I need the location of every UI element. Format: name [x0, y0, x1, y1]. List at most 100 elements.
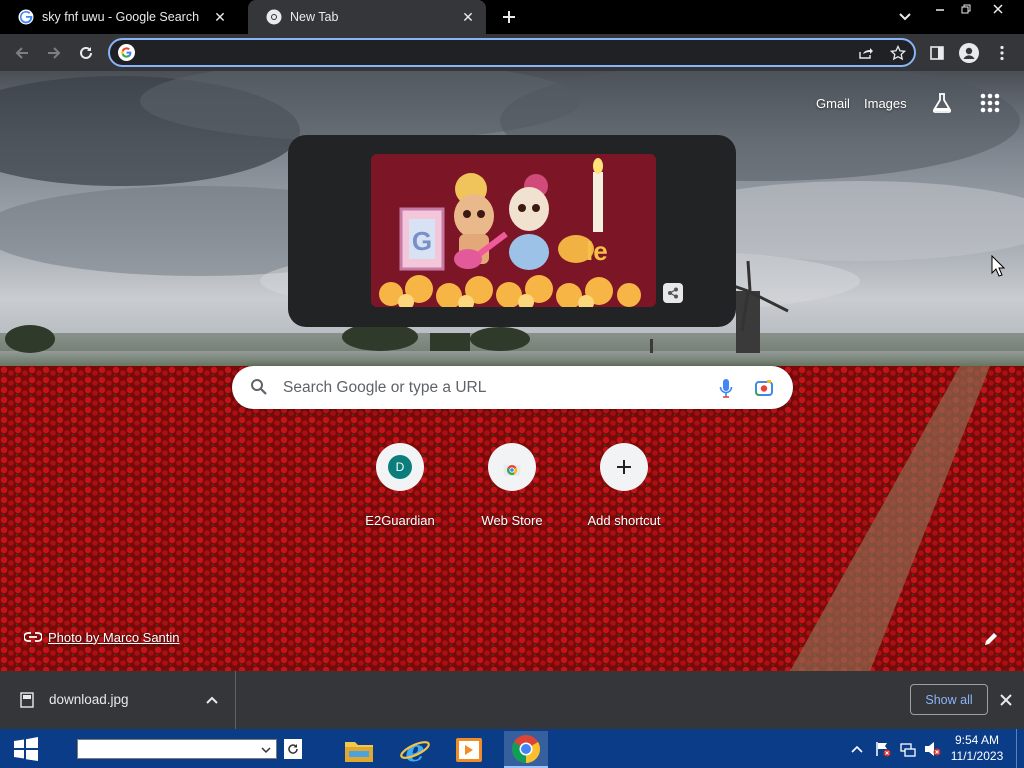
profile-button[interactable]	[956, 40, 982, 66]
reload-icon	[80, 46, 92, 59]
shortcut-web-store[interactable]: Web Store	[456, 443, 568, 528]
image-file-icon	[20, 692, 34, 708]
taskbar-clock[interactable]: 9:54 AM 11/1/2023	[945, 732, 1009, 764]
chrome-icon	[512, 734, 540, 763]
action-center-tray-icon[interactable]	[875, 739, 891, 759]
minimize-icon	[936, 9, 944, 11]
shortcut-label: Add shortcut	[587, 513, 661, 528]
google-lens-camera-icon[interactable]	[753, 377, 775, 399]
clock-date: 11/1/2023	[950, 749, 1004, 763]
shortcut-tile[interactable]: D	[376, 443, 424, 491]
shortcut-label: Web Store	[481, 513, 543, 528]
shortcut-label: E2Guardian	[365, 513, 435, 528]
internet-explorer-icon: e	[400, 735, 430, 765]
file-explorer-icon	[345, 741, 373, 762]
close-window-button[interactable]	[984, 0, 1012, 18]
close-icon	[993, 4, 1003, 14]
tab-search-button[interactable]	[893, 8, 917, 26]
ntp-search-input[interactable]	[283, 377, 703, 399]
restore-button[interactable]	[952, 0, 980, 18]
tab-title: New Tab	[290, 10, 339, 24]
download-filename: download.jpg	[49, 692, 129, 707]
chrome-favicon-icon	[266, 9, 282, 25]
arrow-left-icon	[15, 47, 28, 59]
windows-taskbar: e 9:54 AM 11/1/2023	[0, 729, 1024, 768]
google-favicon-icon	[18, 9, 34, 25]
avatar-icon	[959, 43, 979, 63]
shortcut-e2guardian[interactable]: D E2Guardian	[344, 443, 456, 528]
google-doodle-image[interactable]: G le	[371, 154, 656, 307]
tab-strip: sky fnf uwu - Google Search ✕ New Tab ✕	[0, 0, 1024, 34]
shortcuts-grid: D E2Guardian Web Store Add shortcut	[344, 443, 680, 528]
voice-search-mic-icon[interactable]	[718, 377, 734, 399]
photo-credit-link[interactable]: Photo by Marco Santin	[24, 628, 180, 646]
side-panel-icon	[930, 46, 944, 60]
download-shelf: download.jpg Show all	[0, 671, 1024, 729]
kebab-menu-icon	[1000, 45, 1004, 61]
doodle-share-button[interactable]	[663, 283, 683, 303]
chevron-down-icon[interactable]	[260, 744, 272, 756]
customize-pencil-icon[interactable]	[982, 630, 1000, 648]
show-hidden-icons-button[interactable]	[850, 739, 864, 759]
chevron-down-icon	[899, 13, 911, 21]
address-input[interactable]	[142, 43, 842, 63]
shortcut-add[interactable]: Add shortcut	[568, 443, 680, 528]
network-tray-icon[interactable]	[900, 739, 916, 759]
plus-icon	[617, 460, 631, 474]
show-desktop-button[interactable]	[1016, 729, 1024, 768]
gmail-link[interactable]: Gmail	[816, 96, 850, 111]
svg-text:le: le	[586, 236, 608, 266]
new-tab-button[interactable]	[497, 6, 521, 28]
close-icon[interactable]	[998, 692, 1014, 708]
images-link[interactable]: Images	[864, 96, 907, 111]
tab-new-tab[interactable]: New Tab ✕	[248, 0, 486, 34]
google-apps-grid-icon[interactable]	[979, 92, 1001, 114]
shortcut-tile[interactable]	[488, 443, 536, 491]
close-tab-icon[interactable]: ✕	[460, 9, 476, 25]
avatar-letter: D	[395, 460, 405, 474]
tab-title: sky fnf uwu - Google Search	[42, 10, 200, 24]
arrow-right-icon	[48, 47, 61, 59]
browser-toolbar	[0, 34, 1024, 71]
labs-flask-icon[interactable]	[931, 92, 953, 114]
tab-google-search[interactable]: sky fnf uwu - Google Search ✕	[0, 0, 238, 34]
flag-icon	[876, 742, 891, 757]
speaker-muted-icon	[925, 742, 941, 756]
chevron-up-icon[interactable]	[204, 693, 220, 707]
reload-button[interactable]	[73, 40, 99, 66]
download-item[interactable]: download.jpg	[0, 671, 236, 729]
back-button[interactable]	[9, 40, 35, 66]
volume-tray-icon[interactable]	[924, 739, 942, 759]
taskbar-address-toolbar[interactable]	[77, 739, 277, 759]
refresh-icon[interactable]	[284, 739, 302, 759]
address-bar[interactable]	[108, 38, 916, 67]
close-tab-icon[interactable]: ✕	[212, 9, 228, 25]
chrome-web-store-icon	[503, 465, 521, 476]
photo-credit-text: Photo by Marco Santin	[48, 629, 180, 645]
share-icon	[668, 287, 678, 299]
share-page-button[interactable]	[856, 44, 876, 62]
shortcut-tile[interactable]	[600, 443, 648, 491]
chrome-menu-button[interactable]	[989, 40, 1015, 66]
plus-icon	[503, 11, 515, 23]
google-g-icon	[118, 44, 135, 61]
windows-start-icon[interactable]	[10, 737, 42, 761]
network-icon	[900, 743, 916, 757]
taskbar-file-explorer[interactable]	[337, 731, 381, 768]
clock-time: 9:54 AM	[954, 733, 1000, 747]
search-icon	[251, 379, 267, 395]
new-tab-page: Gmail Images G le Search Google or type …	[0, 71, 1024, 671]
restore-icon	[961, 4, 971, 14]
side-panel-button[interactable]	[924, 40, 950, 66]
link-icon	[24, 632, 42, 642]
show-all-downloads-button[interactable]: Show all	[910, 684, 988, 715]
svg-text:e: e	[405, 735, 424, 765]
taskbar-chrome[interactable]	[504, 731, 548, 768]
taskbar-media-player[interactable]	[447, 731, 491, 768]
ntp-search-box[interactable]	[232, 366, 793, 409]
minimize-button[interactable]	[926, 0, 954, 18]
taskbar-internet-explorer[interactable]: e	[393, 731, 437, 768]
bookmark-button[interactable]	[888, 44, 908, 62]
letter-avatar: D	[388, 455, 412, 479]
forward-button[interactable]	[41, 40, 67, 66]
